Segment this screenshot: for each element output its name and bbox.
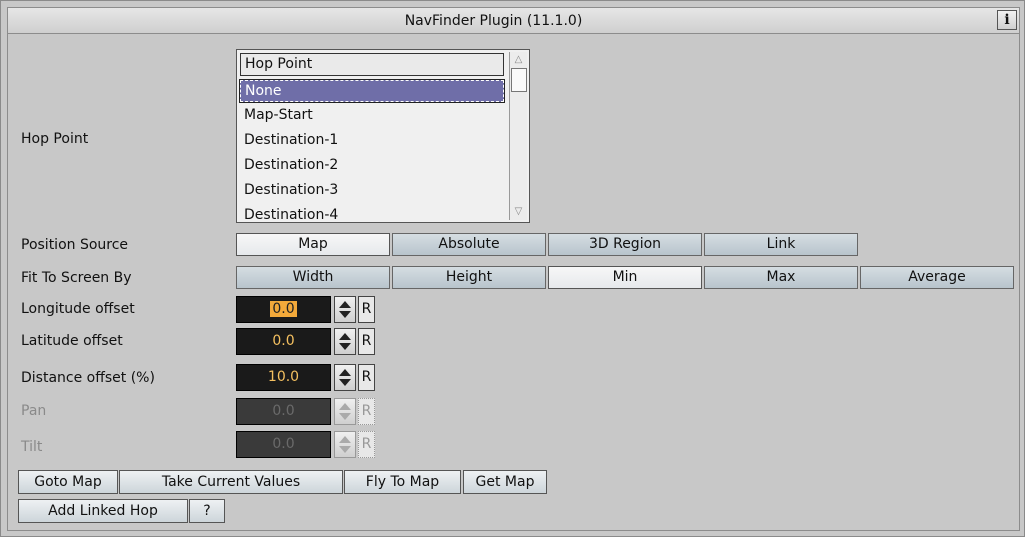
hop-point-item-destination-3[interactable]: Destination-3: [240, 180, 504, 202]
fit-height-button[interactable]: Height: [392, 266, 546, 289]
pan-reset-button: R: [358, 398, 375, 425]
hop-point-item-destination-1[interactable]: Destination-1: [240, 130, 504, 152]
fit-min-button[interactable]: Min: [548, 266, 702, 289]
position-source-map-button[interactable]: Map: [236, 233, 390, 256]
longitude-offset-reset-button[interactable]: R: [358, 296, 375, 323]
hop-point-item-destination-4[interactable]: Destination-4: [240, 205, 504, 222]
fit-max-button[interactable]: Max: [704, 266, 858, 289]
fit-average-button[interactable]: Average: [860, 266, 1014, 289]
fly-to-map-button[interactable]: Fly To Map: [344, 470, 461, 494]
hop-point-item-map-start[interactable]: Map-Start: [240, 105, 504, 127]
hop-point-list-header: Hop Point: [240, 53, 504, 76]
info-button[interactable]: i: [997, 10, 1017, 30]
fit-width-button[interactable]: Width: [236, 266, 390, 289]
distance-offset-field[interactable]: 10.0: [236, 364, 331, 391]
position-source-link-button[interactable]: Link: [704, 233, 858, 256]
distance-offset-value: 10.0: [267, 369, 300, 385]
scroll-thumb[interactable]: [511, 68, 527, 92]
longitude-offset-field[interactable]: 0.0: [236, 296, 331, 323]
plugin-window: NavFinder Plugin (11.1.0) i Hop Point Ho…: [0, 0, 1025, 537]
tilt-label: Tilt: [21, 439, 43, 455]
add-linked-hop-button[interactable]: Add Linked Hop: [18, 499, 188, 523]
hop-point-item-destination-2[interactable]: Destination-2: [240, 155, 504, 177]
hop-point-scrollbar[interactable]: △ ▽: [509, 52, 527, 220]
title-bar: NavFinder Plugin (11.1.0) i: [7, 7, 1020, 34]
latitude-offset-value: 0.0: [272, 333, 295, 349]
latitude-offset-reset-button[interactable]: R: [358, 328, 375, 355]
tilt-value: 0.0: [272, 436, 295, 452]
pan-field: 0.0: [236, 398, 331, 425]
distance-offset-label: Distance offset (%): [21, 370, 155, 386]
scroll-down-icon[interactable]: ▽: [510, 205, 527, 219]
take-current-values-button[interactable]: Take Current Values: [119, 470, 343, 494]
help-button[interactable]: ?: [189, 499, 225, 523]
pan-label: Pan: [21, 403, 47, 419]
scroll-up-icon[interactable]: △: [510, 53, 527, 67]
hop-point-listbox[interactable]: Hop Point None Map-Start Destination-1 D…: [236, 49, 530, 223]
longitude-offset-label: Longitude offset: [21, 301, 135, 317]
position-source-3d-region-button[interactable]: 3D Region: [548, 233, 702, 256]
tilt-reset-button: R: [358, 431, 375, 458]
distance-offset-reset-button[interactable]: R: [358, 364, 375, 391]
hop-point-label: Hop Point: [21, 131, 89, 147]
get-map-button[interactable]: Get Map: [463, 470, 547, 494]
fit-to-screen-label: Fit To Screen By: [21, 270, 132, 286]
latitude-offset-field[interactable]: 0.0: [236, 328, 331, 355]
goto-map-button[interactable]: Goto Map: [18, 470, 118, 494]
window-title: NavFinder Plugin (11.1.0): [404, 13, 583, 29]
position-source-absolute-button[interactable]: Absolute: [392, 233, 546, 256]
hop-point-item-none[interactable]: None: [239, 79, 505, 103]
pan-value: 0.0: [272, 403, 295, 419]
tilt-spin-icon: [334, 431, 356, 458]
pan-spin-icon: [334, 398, 356, 425]
latitude-offset-label: Latitude offset: [21, 333, 123, 349]
latitude-offset-spin-icon[interactable]: [334, 328, 356, 355]
tilt-field: 0.0: [236, 431, 331, 458]
longitude-offset-value: 0.0: [270, 301, 297, 317]
longitude-offset-spin-icon[interactable]: [334, 296, 356, 323]
position-source-label: Position Source: [21, 237, 129, 253]
distance-offset-spin-icon[interactable]: [334, 364, 356, 391]
